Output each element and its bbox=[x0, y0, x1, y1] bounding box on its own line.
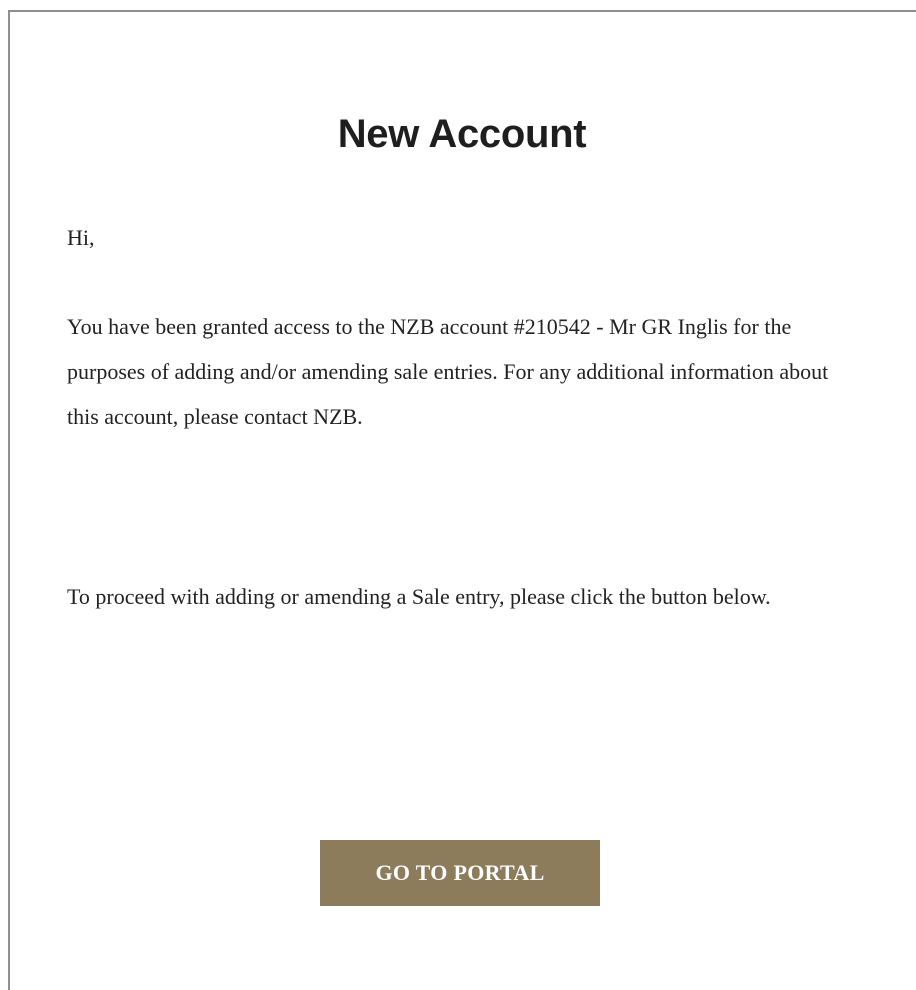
greeting-text: Hi, bbox=[67, 225, 95, 250]
proceed-instructions-text: To proceed with adding or amending a Sal… bbox=[67, 584, 771, 609]
access-granted-text: You have been granted access to the NZB … bbox=[67, 314, 829, 429]
go-to-portal-button[interactable]: GO TO PORTAL bbox=[320, 840, 600, 906]
email-title: New Account bbox=[337, 112, 587, 156]
